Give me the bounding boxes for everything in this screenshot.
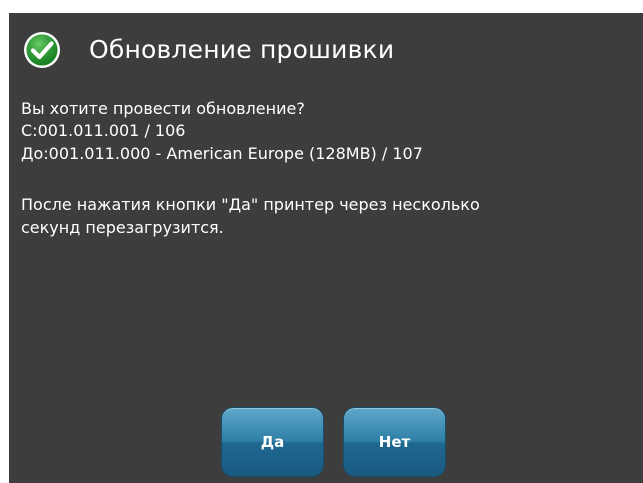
- screen: Обновление прошивки Вы хотите провести о…: [0, 0, 643, 483]
- yes-button[interactable]: Да: [221, 407, 324, 477]
- note-text-line-2: секунд перезагрузится.: [21, 218, 224, 237]
- yes-button-label: Да: [260, 433, 285, 451]
- current-version-text: С:001.011.001 / 106: [21, 121, 186, 140]
- note-text-line-1: После нажатия кнопки "Да" принтер через …: [21, 195, 480, 214]
- dialog-header: Обновление прошивки: [9, 13, 643, 85]
- target-version-text: До:001.011.000 - American Europe (128MB)…: [21, 144, 423, 163]
- firmware-update-dialog: Обновление прошивки Вы хотите провести о…: [9, 13, 643, 483]
- no-button-label: Нет: [378, 433, 411, 451]
- check-icon: [23, 31, 61, 69]
- question-text: Вы хотите провести обновление?: [21, 99, 305, 118]
- dialog-title: Обновление прошивки: [89, 35, 395, 64]
- no-button[interactable]: Нет: [343, 407, 446, 477]
